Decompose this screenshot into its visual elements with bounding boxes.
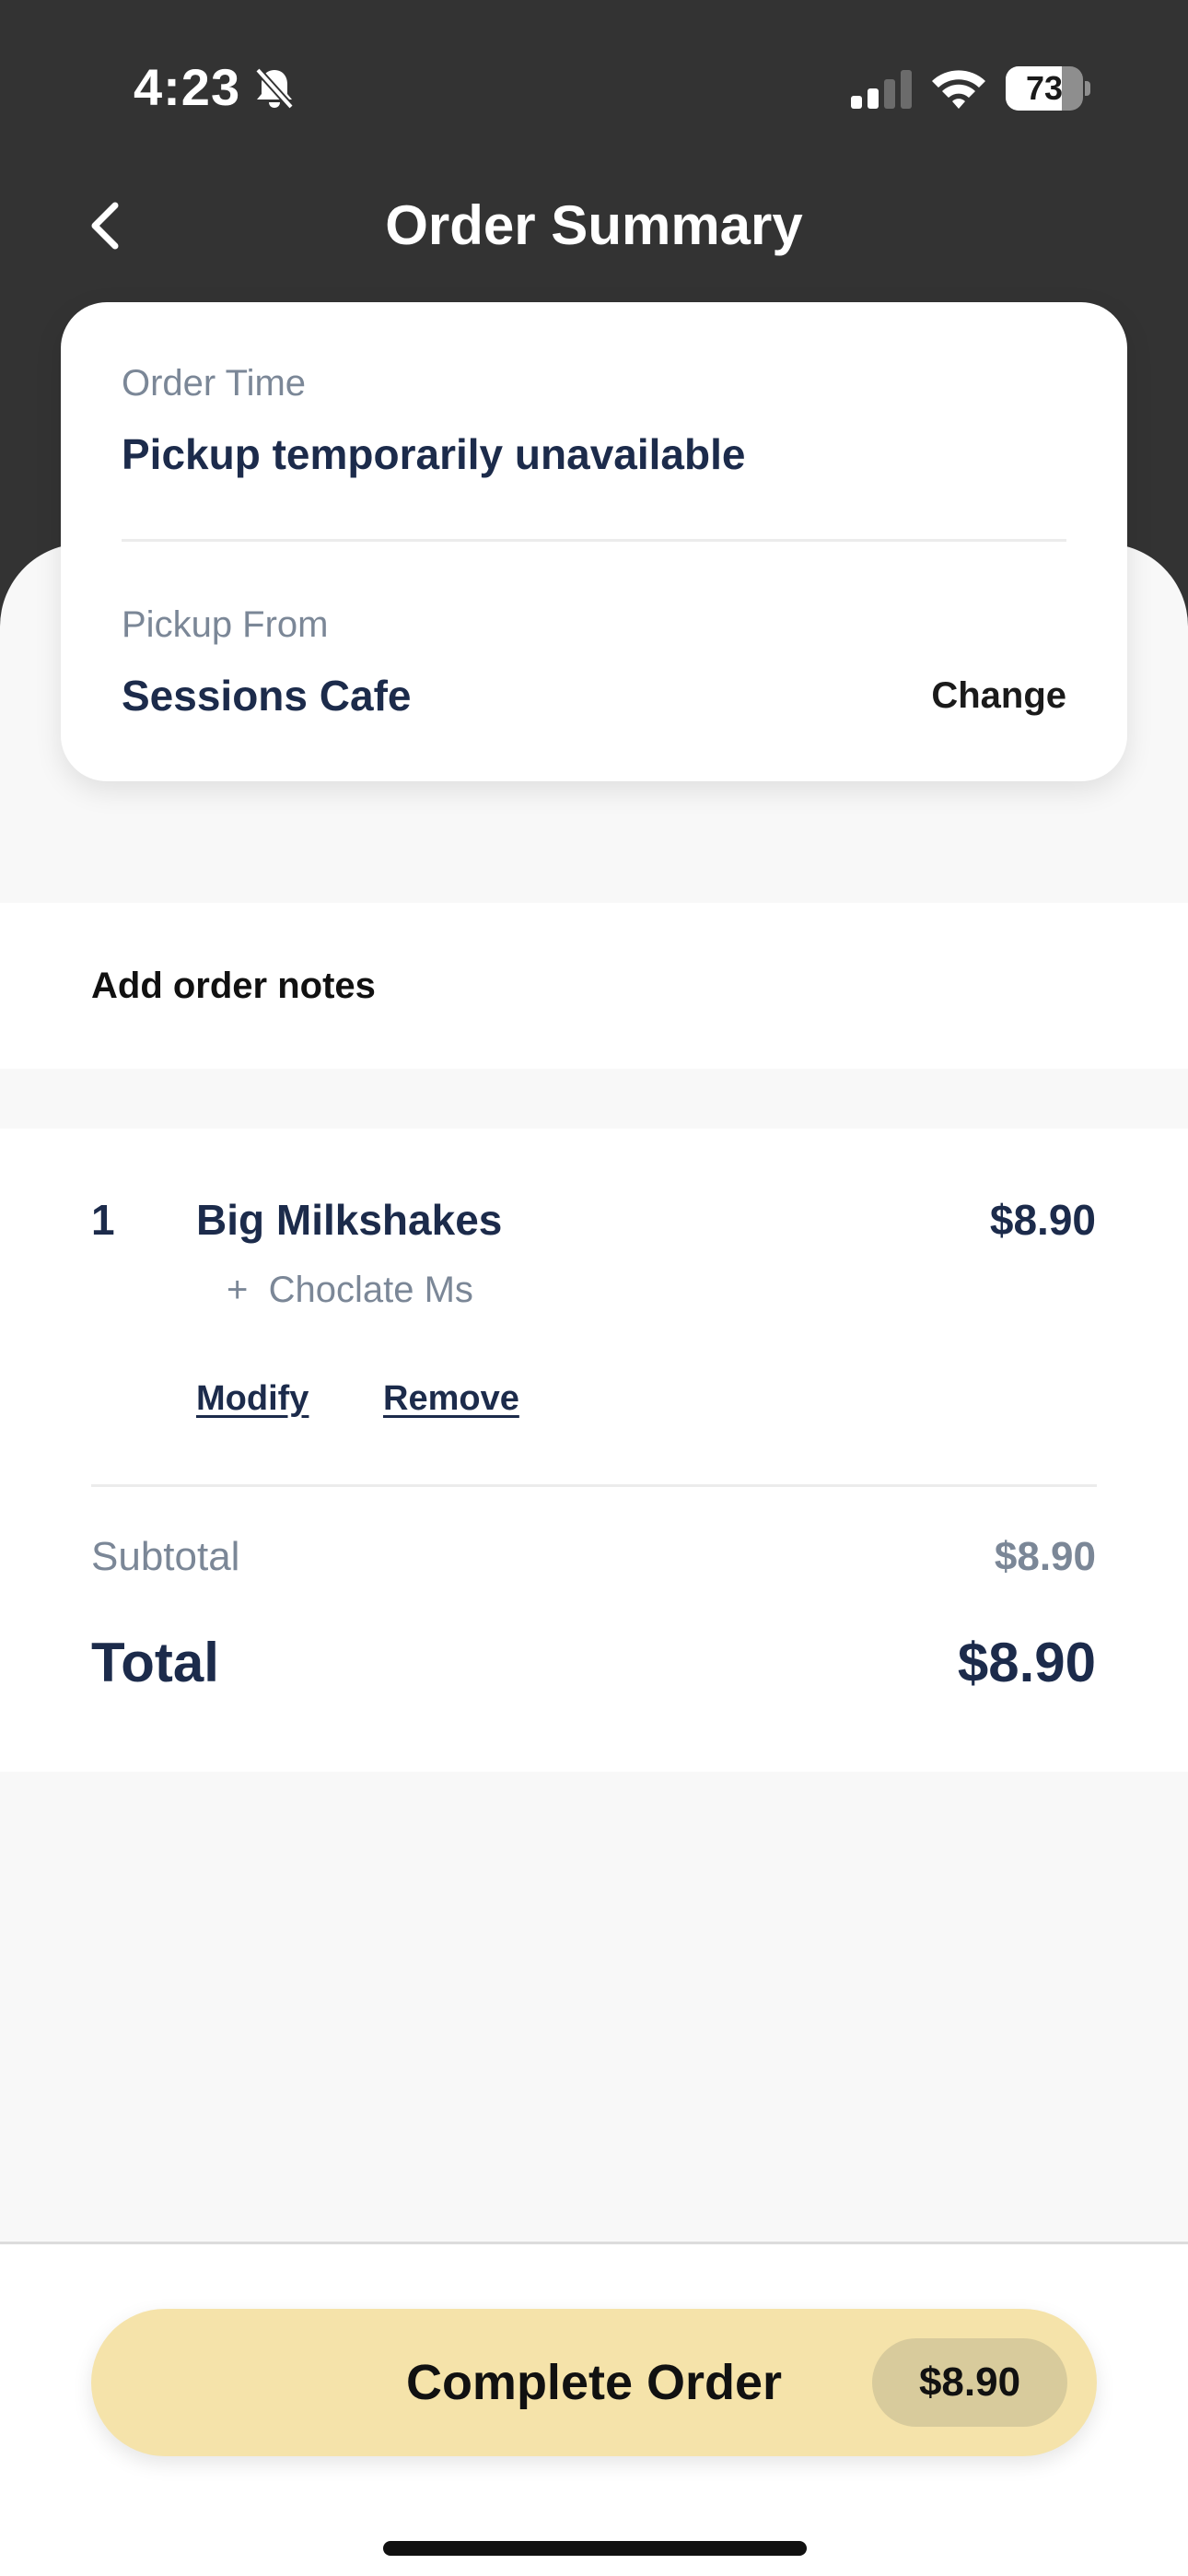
item-quantity: 1 [91,1196,115,1244]
item-modifier: + Choclate Ms [227,1270,473,1310]
order-notes-row[interactable]: Add order notes [0,903,1188,1069]
status-bar: 4:23 73 [0,0,1188,175]
wifi-icon [930,66,987,111]
nav-bar: Order Summary [0,175,1188,276]
modify-item-link[interactable]: Modify [196,1379,309,1419]
page-title: Order Summary [385,194,803,256]
bell-off-icon [250,64,298,112]
add-order-notes-label: Add order notes [91,966,376,1006]
subtotal-label: Subtotal [91,1534,240,1579]
complete-order-price-badge: $8.90 [872,2338,1067,2427]
pickup-from-label: Pickup From [122,604,329,645]
home-indicator [383,2541,807,2556]
order-items-section: 1 Big Milkshakes $8.90 + Choclate Ms Mod… [0,1129,1188,1772]
subtotal-value: $8.90 [994,1534,1096,1579]
change-location-button[interactable]: Change [931,675,1066,717]
remove-item-link[interactable]: Remove [383,1379,519,1419]
order-time-label: Order Time [122,363,307,404]
complete-order-button[interactable]: Complete Order $8.90 [91,2309,1097,2456]
card-divider [122,539,1066,542]
total-value: $8.90 [957,1632,1096,1693]
order-time-value[interactable]: Pickup temporarily unavailable [122,429,745,479]
signal-icon [851,70,912,109]
pickup-from-value: Sessions Cafe [122,672,412,720]
total-label: Total [91,1632,219,1693]
battery-level: 73 [1025,69,1064,107]
status-time: 4:23 [134,58,241,116]
totals-divider [91,1484,1097,1487]
battery-icon: 73 [1006,66,1090,111]
item-name: Big Milkshakes [196,1196,503,1244]
footer: Complete Order $8.90 [0,2242,1188,2576]
order-info-card: Order Time Pickup temporarily unavailabl… [61,302,1127,781]
item-price: $8.90 [989,1196,1096,1244]
